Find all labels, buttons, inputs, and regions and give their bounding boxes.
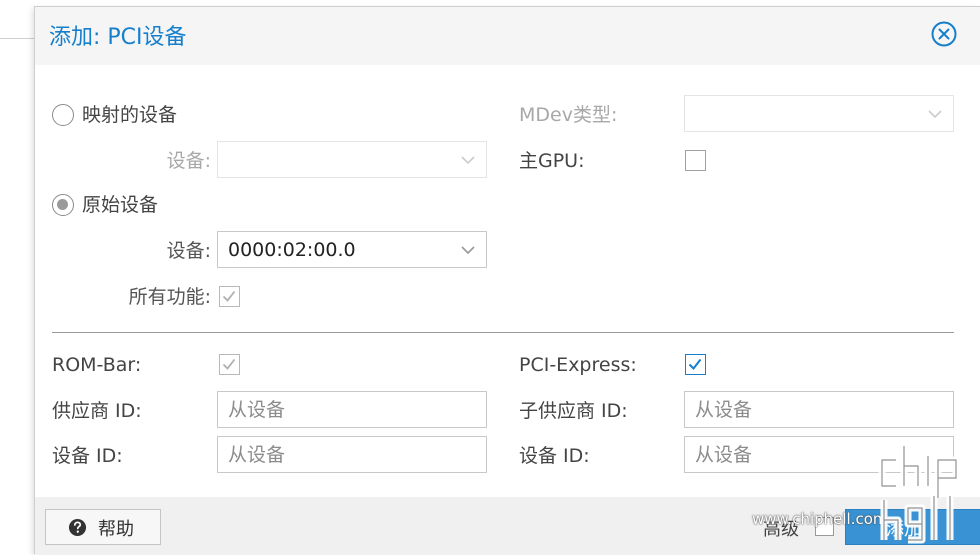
mdev-type-label: MDev类型: (519, 104, 618, 126)
vendor-id-input[interactable] (218, 392, 486, 427)
device-id-field[interactable] (217, 436, 487, 473)
all-functions-label: 所有功能: (128, 286, 211, 308)
chiphell-logo (878, 446, 960, 544)
help-button-label: 帮助 (98, 519, 134, 540)
rombar-label: ROM-Bar: (52, 354, 142, 376)
mapped-device-radio[interactable] (52, 104, 74, 126)
chevron-down-icon (461, 246, 475, 255)
vendor-id-label: 供应商 ID: (52, 400, 142, 422)
device-id-label: 设备 ID: (52, 445, 123, 467)
watermark-text: www.chiphell.com (752, 510, 888, 528)
sub-vendor-id-label: 子供应商 ID: (519, 400, 628, 422)
mapped-device-label: 映射的设备 (82, 104, 178, 126)
close-icon[interactable] (930, 20, 958, 48)
vendor-id-field[interactable] (217, 391, 487, 428)
device-id-input[interactable] (218, 437, 486, 472)
background-divider (0, 38, 34, 39)
check-icon (222, 290, 236, 302)
add-pci-device-dialog: 添加: PCI设备 映射的设备 设备: 原始设备 设备: 0000:02:00.… (34, 6, 980, 555)
raw-device-select[interactable]: 0000:02:00.0 (217, 231, 487, 268)
sub-vendor-id-field[interactable] (684, 391, 954, 428)
all-functions-checkbox[interactable] (219, 286, 240, 307)
mdev-type-select[interactable] (684, 95, 954, 132)
raw-device-value: 0000:02:00.0 (228, 239, 356, 261)
question-circle-icon (68, 518, 87, 537)
primary-gpu-label: 主GPU: (519, 150, 585, 172)
raw-device-field-label: 设备: (166, 240, 211, 262)
pcie-label: PCI-Express: (519, 354, 637, 376)
pcie-checkbox[interactable] (685, 354, 706, 375)
dialog-title: 添加: PCI设备 (49, 25, 187, 50)
mapped-device-field-label: 设备: (166, 150, 211, 172)
primary-gpu-checkbox[interactable] (685, 150, 706, 171)
sub-device-id-label: 设备 ID: (519, 445, 590, 467)
mapped-device-select[interactable] (217, 141, 487, 178)
raw-device-label: 原始设备 (82, 194, 159, 216)
sub-vendor-id-input[interactable] (685, 392, 953, 427)
chevron-down-icon (928, 110, 942, 119)
check-icon (222, 358, 236, 370)
dialog-header: 添加: PCI设备 (35, 7, 980, 65)
chevron-down-icon (461, 156, 475, 165)
help-button[interactable]: 帮助 (45, 509, 161, 545)
rombar-checkbox[interactable] (219, 354, 240, 375)
raw-device-radio[interactable] (52, 194, 74, 216)
check-icon (688, 358, 702, 371)
section-divider (52, 332, 954, 333)
